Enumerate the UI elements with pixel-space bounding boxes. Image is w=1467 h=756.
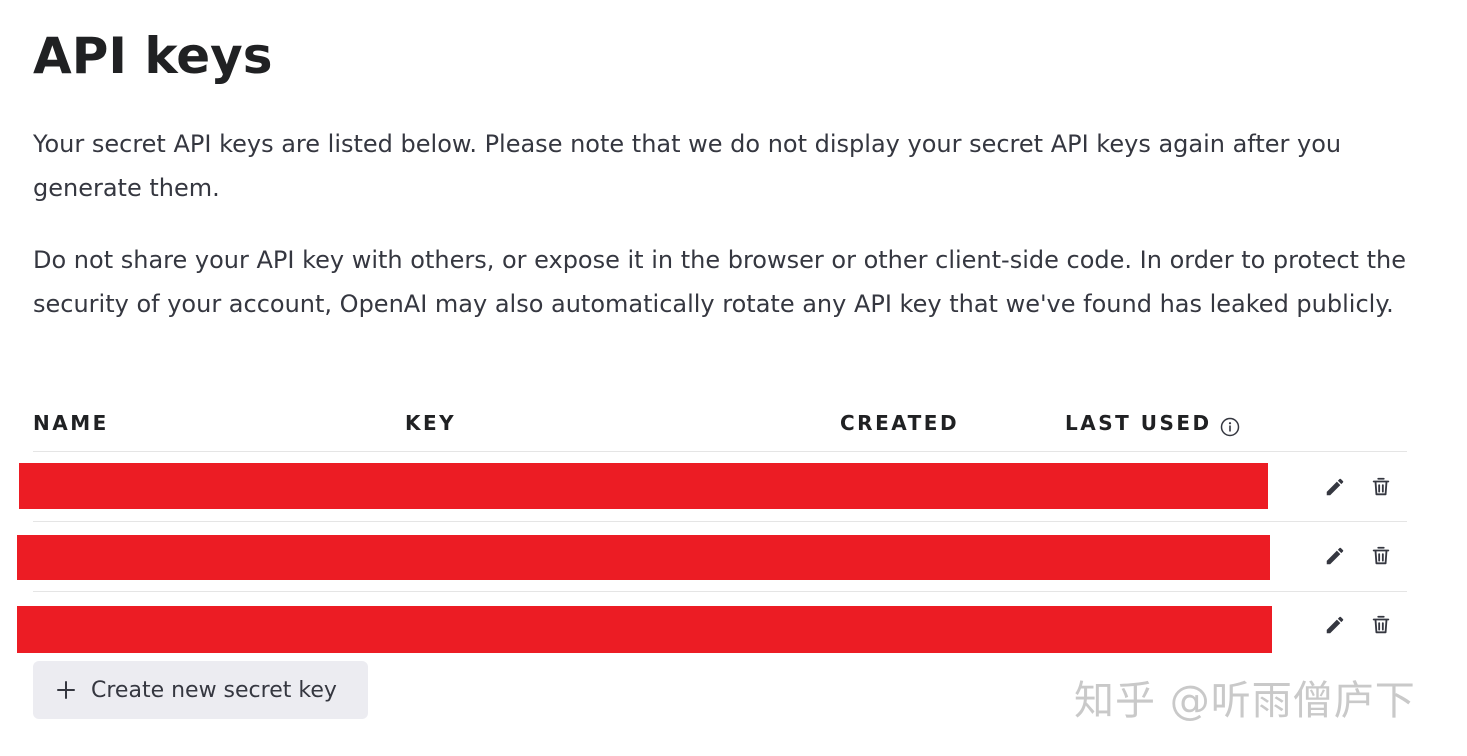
- row-actions: [1322, 452, 1394, 522]
- redacted-row-content: [17, 535, 1270, 580]
- column-header-created: CREATED: [840, 411, 960, 435]
- edit-icon[interactable]: [1322, 543, 1348, 569]
- row-actions: [1322, 521, 1394, 591]
- create-button-label: Create new secret key: [91, 677, 337, 703]
- edit-icon[interactable]: [1322, 612, 1348, 638]
- trash-icon[interactable]: [1368, 543, 1394, 569]
- description-paragraph-2: Do not share your API key with others, o…: [33, 246, 1406, 318]
- watermark: 知乎 @听雨僧庐下: [1074, 678, 1416, 724]
- table-row: [0, 452, 1467, 522]
- redacted-row-content: [19, 463, 1268, 509]
- edit-icon[interactable]: [1322, 474, 1348, 500]
- column-header-key: KEY: [405, 411, 457, 435]
- description-paragraph-1: Your secret API keys are listed below. P…: [33, 130, 1342, 202]
- column-header-last-used-label: LAST USED: [1065, 411, 1212, 435]
- trash-icon[interactable]: [1368, 474, 1394, 500]
- redacted-row-content: [17, 606, 1272, 653]
- trash-icon[interactable]: [1368, 612, 1394, 638]
- column-header-last-used: LAST USED: [1065, 406, 1240, 440]
- api-keys-page: API keys Your secret API keys are listed…: [0, 0, 1467, 756]
- column-header-name: NAME: [33, 411, 109, 435]
- plus-icon: [55, 679, 77, 701]
- table-row: [0, 590, 1467, 660]
- table-row: [0, 521, 1467, 591]
- info-icon[interactable]: [1220, 413, 1240, 437]
- create-new-secret-key-button[interactable]: Create new secret key: [33, 661, 368, 719]
- row-actions: [1322, 590, 1394, 660]
- page-title: API keys: [33, 27, 273, 85]
- table-header: NAME KEY CREATED LAST USED: [33, 406, 1407, 442]
